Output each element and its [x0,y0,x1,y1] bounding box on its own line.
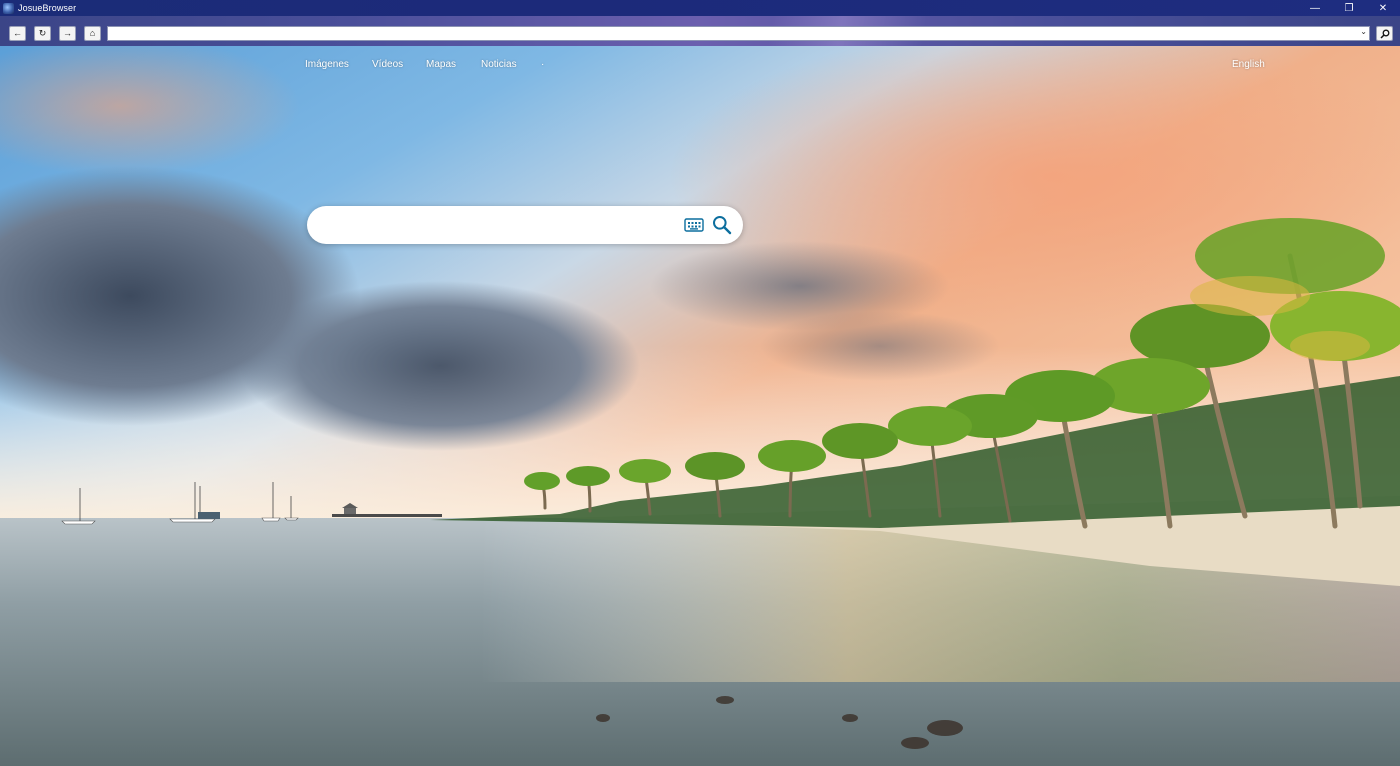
go-button[interactable] [1376,26,1393,41]
address-bar[interactable]: ⌄ [107,26,1370,41]
home-button[interactable]: ⌂ [84,26,101,41]
nav-link-images[interactable]: Imágenes [305,59,349,70]
refresh-icon: ↻ [38,28,47,38]
refresh-button[interactable]: ↻ [34,26,51,41]
language-link[interactable]: English [1232,59,1265,70]
magnifier-icon [1379,29,1389,39]
browser-app-icon [3,2,14,14]
nav-link-maps[interactable]: Mapas [426,59,456,70]
search-input[interactable] [325,215,675,235]
keyboard-icon[interactable] [684,217,704,233]
page-content: Imágenes Vídeos Mapas Noticias · English [0,46,1400,766]
browser-toolbar: ← ↻ → ⌂ ⌄ [0,16,1400,46]
minimize-button[interactable]: — [1298,0,1332,16]
chevron-down-icon[interactable]: ⌄ [1360,27,1367,36]
search-icon[interactable] [712,215,732,235]
restore-button[interactable]: ❐ [1332,0,1366,16]
close-button[interactable]: ✕ [1366,0,1400,16]
window-title: JosueBrowser [18,3,77,13]
forward-button[interactable]: → [59,26,76,41]
back-button[interactable]: ← [9,26,26,41]
nav-link-videos[interactable]: Vídeos [372,59,403,70]
back-arrow-icon: ← [13,28,22,38]
nav-link-news[interactable]: Noticias [481,59,517,70]
forward-arrow-icon: → [63,28,72,38]
nav-more-button[interactable]: · [541,59,544,70]
beach-background-image [0,46,1400,766]
home-icon: ⌂ [89,28,96,38]
search-box [307,206,743,244]
title-bar: JosueBrowser — ❐ ✕ [0,0,1400,16]
window-controls: — ❐ ✕ [1298,0,1400,16]
